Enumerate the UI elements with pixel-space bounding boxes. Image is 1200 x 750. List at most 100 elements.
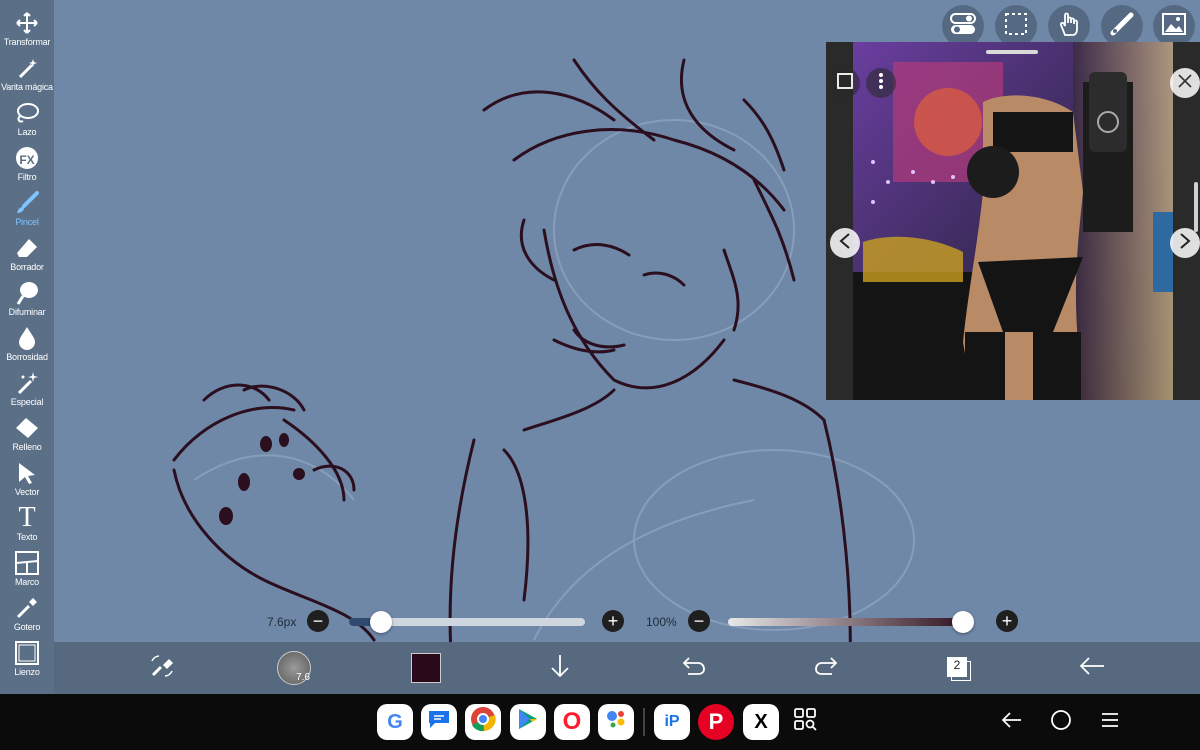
home-icon <box>1050 709 1072 736</box>
nav-back-button[interactable] <box>996 706 1028 738</box>
app-assistant[interactable] <box>598 704 634 740</box>
chrome-icon <box>470 706 496 738</box>
app-x[interactable]: X <box>743 704 779 740</box>
blur-drop-icon <box>14 325 40 351</box>
smudge-icon <box>14 280 40 306</box>
pinterest-icon: P <box>708 709 724 734</box>
image-button[interactable] <box>1153 5 1195 47</box>
hand-button[interactable] <box>1048 5 1090 47</box>
app-chrome[interactable] <box>465 704 501 740</box>
nav-home-button[interactable] <box>1045 706 1077 738</box>
dock-divider <box>643 708 645 736</box>
brush-size-slider[interactable] <box>349 611 585 633</box>
slider-row: 7.6px − + 100% − + <box>54 606 1200 638</box>
eyedropper-icon <box>14 595 40 621</box>
app-ibispaint[interactable]: iP <box>654 704 690 740</box>
ref-resize-button[interactable] <box>830 68 860 98</box>
ibispaint-icon: iP <box>664 713 680 730</box>
app-pinterest[interactable]: P <box>698 704 734 740</box>
tool-lasso[interactable]: Lazo <box>0 100 54 145</box>
redo-button[interactable] <box>808 652 844 684</box>
color-swatch-button[interactable] <box>408 652 444 684</box>
tool-label: Texto <box>16 532 38 542</box>
opacity-value: 100% <box>646 615 677 629</box>
plus-icon: + <box>607 611 619 631</box>
tool-frame[interactable]: Marco <box>0 550 54 595</box>
magic-wand-icon <box>14 55 40 81</box>
messages-icon <box>426 708 452 736</box>
opacity-decrease-button[interactable]: − <box>688 610 710 632</box>
brush-icon <box>14 190 40 216</box>
tool-text[interactable]: T Texto <box>0 502 54 550</box>
ref-close-button[interactable] <box>1170 68 1200 98</box>
ref-drag-handle[interactable] <box>986 50 1038 54</box>
google-icon: G <box>387 710 403 733</box>
more-vert-icon <box>878 72 884 95</box>
minus-icon: − <box>693 611 705 631</box>
tool-canvas[interactable]: Lienzo <box>0 640 54 685</box>
play-store-icon <box>517 707 539 737</box>
toggle-icon <box>950 12 976 40</box>
toggle-button[interactable] <box>942 5 984 47</box>
brush-preview-button[interactable]: 7.6 <box>276 651 312 685</box>
ref-scrollbar[interactable] <box>1194 182 1198 232</box>
tool-smudge[interactable]: Difuminar <box>0 280 54 325</box>
current-color-swatch <box>411 653 441 683</box>
brush-preview-value: 7.6 <box>296 672 310 683</box>
selection-icon <box>1004 12 1028 41</box>
nav-recents-button[interactable] <box>1094 706 1126 738</box>
minus-icon: − <box>312 611 324 631</box>
tool-eraser[interactable]: Borrador <box>0 235 54 280</box>
tool-label: Difuminar <box>8 307 46 317</box>
tool-fill[interactable]: Relleno <box>0 415 54 460</box>
app-play-store[interactable] <box>510 704 546 740</box>
sparkle-icon <box>14 370 40 396</box>
tool-brush[interactable]: Pincel <box>0 190 54 235</box>
ref-menu-button[interactable] <box>866 68 896 98</box>
ref-next-button[interactable] <box>1170 228 1200 258</box>
ruler-button[interactable] <box>1101 5 1143 47</box>
reference-image <box>853 42 1173 400</box>
app-drawer[interactable] <box>787 704 823 740</box>
layers-icon: 2 <box>945 655 971 681</box>
chevron-left-icon <box>839 232 851 254</box>
tool-label: Varita mágica <box>1 82 53 92</box>
back-exit-button[interactable] <box>1074 652 1110 684</box>
tool-eyedropper[interactable]: Gotero <box>0 595 54 640</box>
bottom-toolbar: 7.6 2 <box>54 642 1200 694</box>
tool-transform[interactable]: Transformar <box>0 10 54 55</box>
undo-icon <box>682 656 706 681</box>
app-google[interactable]: G <box>377 704 413 740</box>
hand-icon <box>1057 11 1081 42</box>
brush-size-increase-button[interactable]: + <box>602 610 624 632</box>
opacity-slider[interactable] <box>728 611 974 633</box>
tool-filter[interactable]: Filtro <box>0 145 54 190</box>
vector-arrow-icon <box>14 460 40 486</box>
app-messages[interactable] <box>421 704 457 740</box>
ref-prev-button[interactable] <box>830 228 860 258</box>
brush-size-decrease-button[interactable]: − <box>307 610 329 632</box>
tool-special[interactable]: Especial <box>0 370 54 415</box>
recents-icon <box>1100 712 1120 733</box>
assistant-icon <box>604 707 628 737</box>
chevron-right-icon <box>1179 232 1191 254</box>
opacity-increase-button[interactable]: + <box>996 610 1018 632</box>
brush-eraser-switch-icon <box>149 653 175 684</box>
layers-button[interactable]: 2 <box>940 652 976 684</box>
tool-magic-wand[interactable]: Varita mágica <box>0 55 54 100</box>
undo-button[interactable] <box>676 652 712 684</box>
opacity-slider-knob[interactable] <box>952 611 974 633</box>
arrow-down-icon <box>549 654 571 683</box>
tool-blur[interactable]: Borrosidad <box>0 325 54 370</box>
arrow-left-icon <box>1079 656 1105 681</box>
quick-switch-button[interactable] <box>144 652 180 684</box>
tool-vector[interactable]: Vector <box>0 460 54 505</box>
app-opera[interactable]: O <box>554 704 590 740</box>
tool-label: Especial <box>10 397 44 407</box>
reference-window[interactable] <box>826 42 1200 400</box>
download-button[interactable] <box>542 652 578 684</box>
system-navbar: G O iP P X <box>0 694 1200 750</box>
selection-button[interactable] <box>995 5 1037 47</box>
brush-size-slider-knob[interactable] <box>370 611 393 633</box>
tool-label: Gotero <box>13 622 41 632</box>
